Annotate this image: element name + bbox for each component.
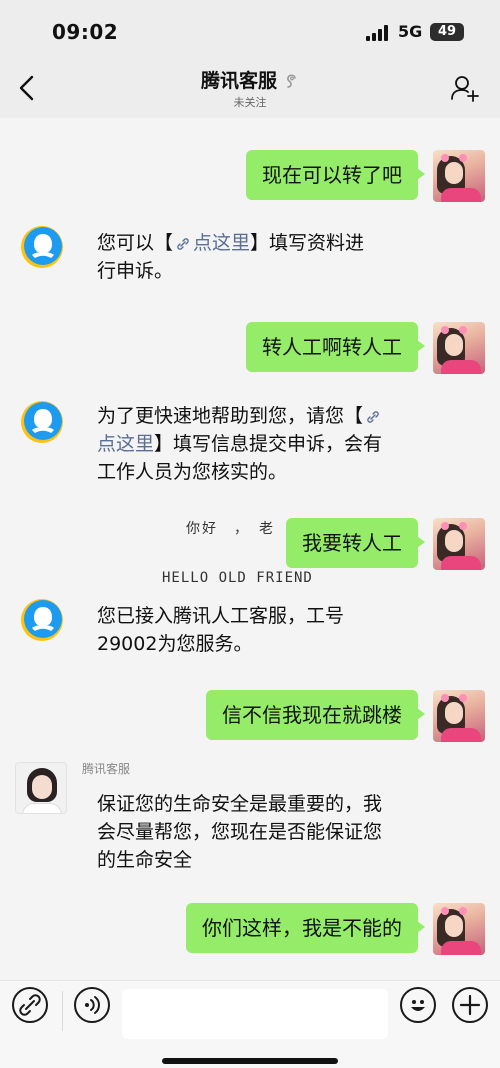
service-message: 为了更快速地帮助到您，请您【 点这里】填写信息提交申诉，会有 工作人员为您核实的… xyxy=(97,405,383,483)
network-type: 5G xyxy=(398,22,423,41)
chat-header: 腾讯客服 未关注 xyxy=(0,62,500,118)
user-bubble[interactable]: 转人工啊转人工 xyxy=(246,322,425,372)
qq-service-avatar-icon[interactable] xyxy=(18,225,64,271)
click-here-link[interactable]: 点这里 xyxy=(193,232,250,254)
battery-icon: 49 xyxy=(430,23,464,41)
status-time: 09:02 xyxy=(52,20,119,44)
signal-icon xyxy=(366,25,390,41)
agent-avatar[interactable] xyxy=(15,762,67,814)
qq-service-avatar-icon[interactable] xyxy=(18,400,64,446)
user-avatar[interactable] xyxy=(433,690,485,742)
status-bar: 09:02 5G 49 xyxy=(0,0,500,62)
link-icon xyxy=(367,411,379,423)
chat-area[interactable]: 现在可以转了吧 您可以【 点这里】填写资料进 行申诉。 转人工啊转人工 为了更快… xyxy=(0,118,500,980)
message-input[interactable] xyxy=(122,989,388,1039)
link-icon xyxy=(177,238,189,250)
sender-name: 腾讯客服 xyxy=(82,762,131,776)
plus-icon xyxy=(459,994,481,1016)
click-here-link[interactable]: 点这里 xyxy=(97,433,154,455)
user-bubble[interactable]: 你们这样，我是不能的 xyxy=(186,903,425,953)
emoji-button[interactable] xyxy=(400,987,436,1023)
service-message: 您已接入腾讯人工客服，工号 29002为您服务。 xyxy=(97,605,345,655)
qq-service-avatar-icon[interactable] xyxy=(18,598,64,644)
user-avatar[interactable] xyxy=(433,518,485,570)
service-message: 您可以【 点这里】填写资料进 行申诉。 xyxy=(97,232,365,282)
more-button[interactable] xyxy=(452,987,488,1023)
user-avatar[interactable] xyxy=(433,903,485,955)
link-tool-button[interactable] xyxy=(12,987,48,1023)
link-icon xyxy=(19,994,41,1016)
user-avatar[interactable] xyxy=(433,322,485,374)
chat-title: 腾讯客服 xyxy=(200,70,277,92)
user-bubble[interactable]: 现在可以转了吧 xyxy=(246,150,425,200)
user-bubble[interactable]: 我要转人工 xyxy=(286,518,425,568)
add-friend-icon[interactable] xyxy=(450,74,480,102)
chat-title-block[interactable]: 腾讯客服 未关注 xyxy=(150,66,350,110)
ear-icon xyxy=(287,74,296,88)
service-message: 保证您的生命安全是最重要的，我 会尽量帮您，您现在是否能保证您 的生命安全 xyxy=(97,793,383,871)
divider xyxy=(62,991,63,1031)
emoji-icon xyxy=(411,1000,425,1011)
user-avatar[interactable] xyxy=(433,150,485,202)
voice-button[interactable] xyxy=(74,987,110,1023)
back-icon[interactable] xyxy=(14,72,42,104)
overlay-text-en: HELLO OLD FRIEND xyxy=(162,570,313,586)
voice-icon xyxy=(85,996,100,1014)
home-indicator xyxy=(162,1058,338,1064)
follow-status: 未关注 xyxy=(233,96,267,109)
input-bar xyxy=(0,980,500,1068)
user-bubble[interactable]: 信不信我现在就跳楼 xyxy=(206,690,425,740)
overlay-text-cn: 你好 ， 老 xyxy=(186,521,275,537)
